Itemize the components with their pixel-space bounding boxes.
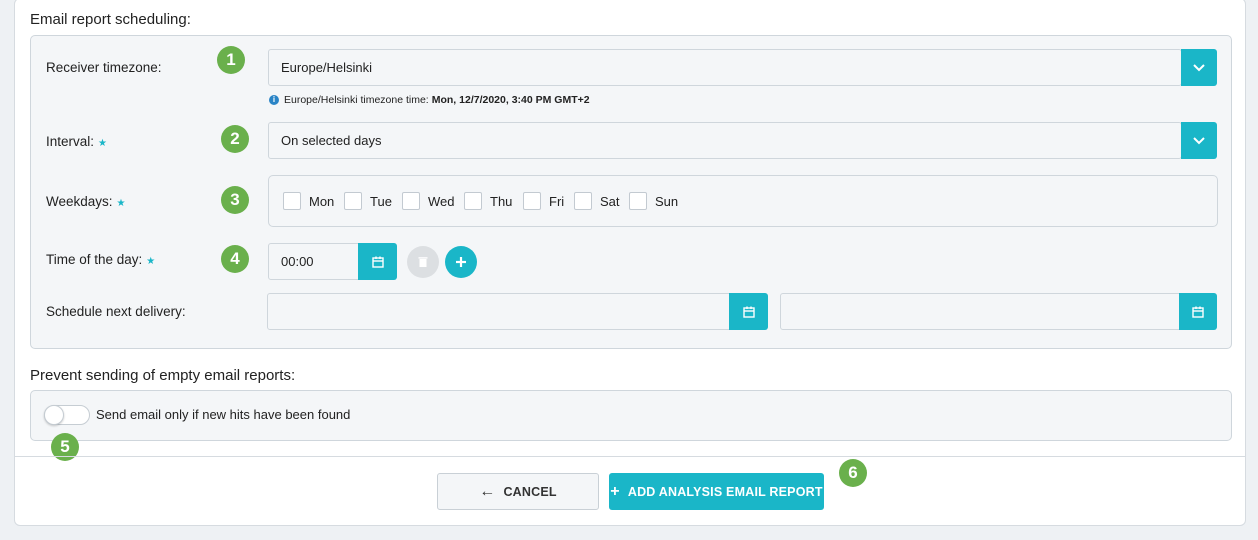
plus-icon: [456, 257, 466, 267]
weekdays-label-text: Weekdays:: [46, 194, 113, 209]
cancel-button-label: CANCEL: [503, 484, 557, 499]
calendar-icon: [1192, 306, 1204, 318]
timezone-hint-prefix: Europe/Helsinki timezone time:: [284, 94, 429, 106]
weekday-thu[interactable]: Thu: [464, 192, 512, 210]
section-title-empty-reports: Prevent sending of empty email reports:: [30, 367, 296, 384]
time-of-day-input[interactable]: 00:00: [268, 243, 359, 280]
step-badge-2: 2: [221, 125, 249, 153]
empty-reports-box: Send email only if new hits have been fo…: [30, 390, 1232, 441]
checkbox-tue[interactable]: [344, 192, 362, 210]
step-badge-3: 3: [221, 186, 249, 214]
weekday-sun[interactable]: Sun: [629, 192, 678, 210]
footer-divider: [15, 456, 1245, 457]
calendar-icon: [742, 306, 755, 318]
checkbox-sun[interactable]: [629, 192, 647, 210]
chevron-down-icon: [1193, 63, 1205, 71]
add-button-label: ADD ANALYSIS EMAIL REPORT: [627, 484, 823, 499]
next-delivery-end-input[interactable]: [780, 293, 1180, 330]
weekday-label: Sat: [600, 193, 620, 209]
step-badge-1: 1: [217, 46, 245, 74]
timezone-dropdown-button[interactable]: [1181, 49, 1217, 86]
interval-label: Interval: ★: [46, 134, 107, 149]
weekday-label: Thu: [490, 193, 513, 209]
checkbox-wed[interactable]: [402, 192, 420, 210]
checkbox-sat[interactable]: [574, 192, 592, 210]
weekday-wed[interactable]: Wed: [402, 192, 455, 210]
interval-label-text: Interval:: [46, 134, 95, 149]
add-time-button[interactable]: [445, 246, 477, 278]
add-analysis-email-report-button[interactable]: + ADD ANALYSIS EMAIL REPORT: [609, 473, 824, 510]
checkbox-mon[interactable]: [283, 192, 301, 210]
required-star-icon: ★: [146, 256, 156, 267]
time-of-day-label-text: Time of the day:: [46, 252, 143, 267]
weekday-label: Mon: [309, 193, 335, 209]
required-star-icon: ★: [116, 198, 126, 209]
cancel-button[interactable]: ← CANCEL: [437, 473, 599, 510]
next-delivery-start-picker[interactable]: [729, 293, 768, 330]
next-delivery-label: Schedule next delivery:: [46, 304, 186, 319]
weekdays-box: Mon Tue Wed Thu Fri Sat Sun: [268, 175, 1218, 227]
info-icon: i: [269, 95, 279, 105]
weekday-label: Wed: [428, 193, 455, 209]
step-badge-4: 4: [221, 245, 249, 273]
empty-reports-toggle[interactable]: [44, 405, 90, 425]
receiver-timezone-select[interactable]: Europe/Helsinki: [268, 49, 1182, 86]
weekdays-label: Weekdays: ★: [46, 194, 126, 209]
weekday-mon[interactable]: Mon: [283, 192, 334, 210]
report-panel: Email report scheduling: Receiver timezo…: [14, 0, 1246, 526]
chevron-down-icon: [1193, 136, 1205, 144]
arrow-left-icon: ←: [479, 482, 496, 500]
step-badge-6: 6: [839, 459, 867, 487]
plus-icon: +: [610, 482, 620, 500]
next-delivery-start-input[interactable]: [267, 293, 730, 330]
receiver-timezone-label: Receiver timezone:: [46, 60, 162, 75]
checkbox-thu[interactable]: [464, 192, 482, 210]
scheduling-box: Receiver timezone: 1 Europe/Helsinki i E…: [30, 35, 1232, 349]
weekday-label: Sun: [655, 193, 679, 209]
required-star-icon: ★: [98, 138, 107, 149]
weekday-label: Tue: [370, 193, 392, 209]
section-title-scheduling: Email report scheduling:: [30, 11, 191, 28]
weekday-fri[interactable]: Fri: [523, 192, 564, 210]
calendar-icon: [371, 256, 384, 268]
interval-dropdown-button[interactable]: [1181, 122, 1217, 159]
empty-reports-toggle-label: Send email only if new hits have been fo…: [96, 407, 351, 422]
trash-icon: [418, 257, 428, 267]
interval-select[interactable]: On selected days: [268, 122, 1182, 159]
weekday-tue[interactable]: Tue: [344, 192, 392, 210]
timezone-hint-value: Mon, 12/7/2020, 3:40 PM GMT+2: [431, 94, 590, 106]
remove-time-button[interactable]: [407, 246, 439, 278]
time-picker-button[interactable]: [358, 243, 397, 280]
weekday-label: Fri: [549, 193, 565, 209]
toggle-knob: [44, 405, 64, 425]
weekday-sat[interactable]: Sat: [574, 192, 620, 210]
next-delivery-end-picker[interactable]: [1179, 293, 1217, 330]
checkbox-fri[interactable]: [523, 192, 541, 210]
time-of-day-label: Time of the day: ★: [46, 252, 155, 267]
timezone-hint: i Europe/Helsinki timezone time: Mon, 12…: [269, 94, 590, 106]
